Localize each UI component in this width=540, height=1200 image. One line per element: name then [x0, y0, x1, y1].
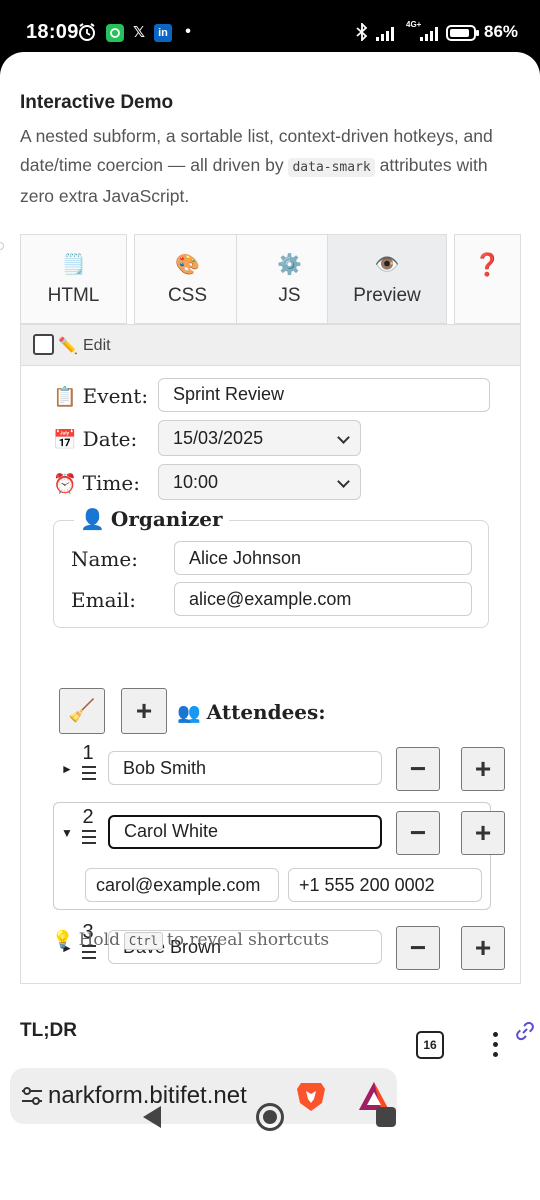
date-label: 📅 Date: — [53, 427, 138, 451]
pencil-icon: ✏️ — [58, 338, 78, 355]
time-select[interactable]: 10:00 — [158, 464, 361, 500]
expand-toggle[interactable]: ► — [61, 762, 73, 776]
attendee-name-input[interactable]: Bob Smith — [108, 751, 382, 785]
status-time: 18:09 — [26, 21, 79, 43]
organizer-fieldset: 👤 Organizer Name: Alice Johnson Email: al… — [53, 507, 489, 628]
person-icon: 👤 — [80, 507, 105, 531]
intro-text: A nested subform, a sortable list, conte… — [20, 126, 493, 206]
time-label: ⏰ Time: — [53, 471, 140, 495]
question-icon: ❓ — [473, 252, 502, 277]
home-icon[interactable] — [256, 1103, 284, 1131]
item-index: 1 — [82, 742, 94, 764]
tab-preview[interactable]: 👁️ Preview — [327, 234, 447, 324]
remove-attendee-button[interactable]: − — [396, 747, 440, 791]
tab-help[interactable]: ❓ — [454, 234, 521, 324]
tldr-heading: TL;DR — [20, 1020, 77, 1041]
android-nav-bar — [0, 1092, 540, 1148]
signal-icon — [376, 27, 394, 41]
organizer-legend: 👤 Organizer — [74, 507, 229, 531]
page-sheet: Interactive Demo A nested subform, a sor… — [0, 52, 540, 1200]
menu-dots-icon[interactable] — [488, 1032, 502, 1062]
app-icon — [106, 24, 124, 42]
item-index: 2 — [82, 806, 94, 828]
event-label: 📋 Event: — [53, 384, 149, 408]
attendee-name-input-focused[interactable]: Carol White — [108, 815, 382, 849]
collapse-toggle[interactable]: ▼ — [61, 826, 73, 840]
insert-attendee-button[interactable]: + — [461, 747, 505, 791]
signal-icon-2 — [420, 27, 438, 41]
email-label: Email: — [71, 588, 137, 612]
back-icon[interactable] — [143, 1106, 161, 1128]
bluetooth-icon — [354, 22, 370, 42]
add-attendee-button[interactable]: + — [121, 688, 167, 734]
battery-percent: 86% — [484, 22, 519, 41]
recents-icon[interactable] — [376, 1107, 396, 1127]
organizer-name-input[interactable]: Alice Johnson — [174, 541, 472, 575]
tab-count-button[interactable]: 16 — [416, 1031, 444, 1059]
drag-handle-icon[interactable] — [82, 766, 96, 784]
name-label: Name: — [71, 547, 138, 571]
lightbulb-icon: 💡 — [52, 930, 74, 950]
alarm-icon — [76, 22, 98, 42]
intro-code: data-smark — [288, 158, 375, 177]
tab-css[interactable]: 🎨 CSS — [134, 234, 241, 324]
organizer-email-input[interactable]: alice@example.com — [174, 582, 472, 616]
calendar-icon: 📅 — [53, 429, 77, 451]
edit-bar: ✏️ Edit — [20, 324, 521, 366]
chevron-down-icon — [337, 475, 350, 488]
insert-attendee-button[interactable]: + — [461, 926, 505, 970]
broom-icon: 🧹 — [68, 698, 96, 723]
people-icon: 👥 — [177, 702, 201, 724]
linkedin-icon: in — [154, 24, 172, 42]
date-select[interactable]: 15/03/2025 — [158, 420, 361, 456]
eye-icon: 👁️ — [374, 254, 400, 276]
alarm-clock-icon: ⏰ — [53, 473, 77, 495]
attendee-phone-input[interactable]: +1 555 200 0002 — [288, 868, 482, 902]
palette-icon: 🎨 — [175, 254, 200, 276]
event-input[interactable]: Sprint Review — [158, 378, 490, 412]
ctrl-key: Ctrl — [123, 932, 163, 950]
remove-attendee-button[interactable]: − — [396, 811, 440, 855]
x-icon: 𝕏 — [132, 24, 146, 41]
shortcut-hint: 💡 Hold Ctrl to reveal shortcuts — [52, 930, 330, 950]
edge-marker — [0, 242, 4, 250]
battery-icon — [446, 25, 479, 41]
clear-attendees-button[interactable]: 🧹 — [59, 688, 105, 734]
link-icon[interactable] — [514, 1020, 536, 1042]
chevron-down-icon — [337, 431, 350, 444]
notepad-icon: 🗒️ — [61, 254, 86, 276]
attendees-title: 👥 Attendees: — [177, 700, 326, 724]
dot-icon: • — [185, 23, 191, 40]
insert-attendee-button[interactable]: + — [461, 811, 505, 855]
page-title: Interactive Demo — [20, 92, 174, 113]
attendee-email-input[interactable]: carol@example.com — [85, 868, 279, 902]
drag-handle-icon[interactable] — [82, 830, 96, 848]
clipboard-icon: 📋 — [53, 386, 77, 408]
preview-panel: 📋 Event: Sprint Review 📅 Date: 15/03/2025 … — [20, 366, 521, 984]
edit-label: Edit — [83, 337, 111, 354]
edit-checkbox[interactable] — [33, 334, 54, 355]
remove-attendee-button[interactable]: − — [396, 926, 440, 970]
tab-html[interactable]: 🗒️ HTML — [20, 234, 127, 324]
